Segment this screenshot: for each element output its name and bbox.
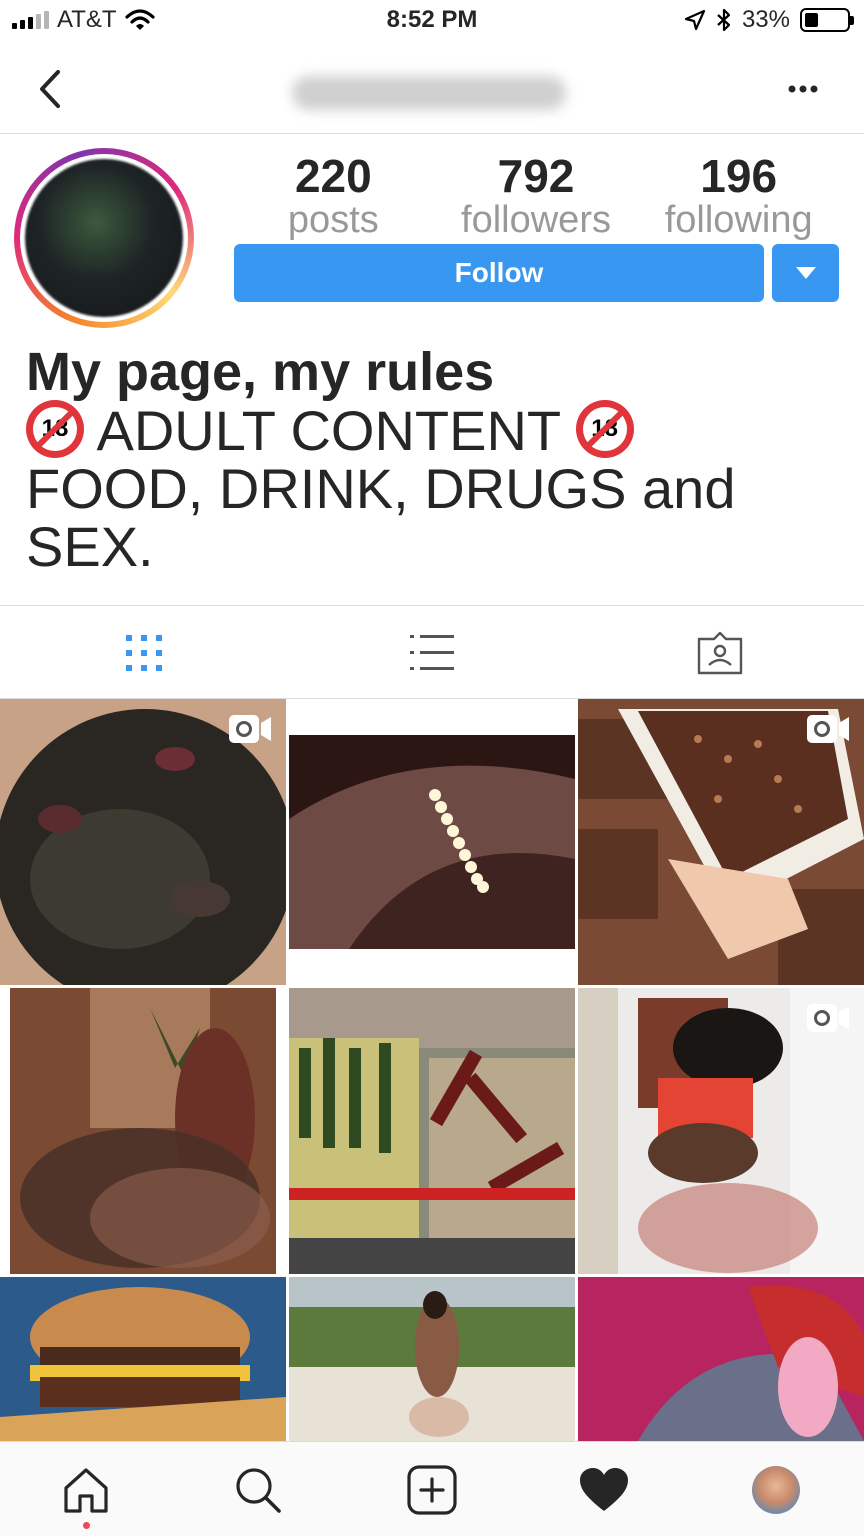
tab-tagged[interactable] [576, 606, 864, 700]
tab-list[interactable] [288, 606, 576, 700]
stat-value: 196 [700, 150, 778, 202]
bottom-tab-bar [0, 1441, 864, 1536]
belly-image [289, 699, 575, 985]
suggested-dropdown-button[interactable] [772, 244, 839, 302]
bluetooth-icon [717, 8, 731, 32]
post-thumbnail[interactable] [289, 699, 575, 985]
wine-carts-image [289, 988, 575, 1274]
blurred-photo-image [0, 988, 286, 1274]
stat-posts[interactable]: 220 posts [232, 150, 435, 241]
search-icon [236, 1468, 281, 1513]
caret-down-icon [795, 267, 816, 279]
search-tab[interactable] [230, 1462, 286, 1518]
tab-grid[interactable] [0, 606, 288, 700]
status-bar: AT&T 8:52 PM 33% [0, 0, 864, 44]
add-post-icon [407, 1465, 457, 1515]
post-thumbnail[interactable] [578, 1277, 864, 1441]
post-thumbnail[interactable] [0, 1277, 286, 1441]
add-post-tab[interactable] [404, 1462, 460, 1518]
more-horizontal-icon[interactable] [788, 84, 818, 94]
profile-tabs [0, 605, 864, 699]
battery-icon [800, 8, 854, 32]
post-thumbnail[interactable] [289, 988, 575, 1274]
profile-name: My page, my rules [26, 342, 495, 402]
list-icon [410, 635, 454, 670]
profile-tab[interactable] [748, 1462, 804, 1518]
bio-line-2: FOOD, DRINK, DRUGS and SEX. [26, 457, 736, 578]
avatar-image [25, 159, 183, 317]
post-thumbnail[interactable] [0, 988, 286, 1274]
home-tab[interactable] [58, 1462, 114, 1518]
video-icon [807, 715, 849, 743]
battery-percent: 33% [741, 6, 790, 33]
activity-tab[interactable] [576, 1462, 632, 1518]
stat-label: followers [461, 199, 611, 241]
tagged-photos-icon [697, 631, 743, 675]
home-icon [64, 1468, 108, 1513]
stat-following[interactable]: 196 following [637, 150, 840, 241]
video-icon [229, 715, 271, 743]
burger-image [0, 1277, 286, 1441]
post-thumbnail[interactable] [578, 699, 864, 985]
profile-stats: 220 posts 792 followers 196 following [232, 150, 840, 241]
grid-icon [126, 635, 162, 671]
follow-button[interactable]: Follow [234, 244, 764, 302]
stat-label: posts [287, 199, 379, 241]
no-under-18-icon: 18 [575, 400, 634, 458]
stat-value: 220 [294, 150, 372, 202]
status-right: 33% [684, 6, 854, 34]
profile-bio: 18 ADULT CONTENT 18 FOOD, DRINK, DRUGS a… [26, 400, 846, 576]
video-icon [807, 1004, 849, 1032]
bio-line-1: ADULT CONTENT [96, 399, 561, 462]
park-photo-image [289, 1277, 575, 1441]
post-thumbnail[interactable] [0, 699, 286, 985]
nav-bar [0, 44, 864, 134]
illustration-image [578, 1277, 864, 1441]
notification-dot [83, 1522, 90, 1529]
profile-avatar[interactable] [14, 148, 194, 328]
post-thumbnail[interactable] [289, 1277, 575, 1441]
stat-value: 792 [497, 150, 575, 202]
chevron-left-icon[interactable] [28, 64, 74, 114]
stat-followers[interactable]: 792 followers [435, 150, 638, 241]
heart-icon [580, 1468, 628, 1511]
battery-level [805, 13, 818, 27]
stat-label: following [664, 199, 813, 241]
username-blurred [292, 76, 566, 110]
location-arrow-icon [684, 9, 706, 31]
profile-avatar-icon [752, 1466, 800, 1514]
post-thumbnail[interactable] [578, 988, 864, 1274]
no-under-18-icon: 18 [26, 400, 84, 458]
